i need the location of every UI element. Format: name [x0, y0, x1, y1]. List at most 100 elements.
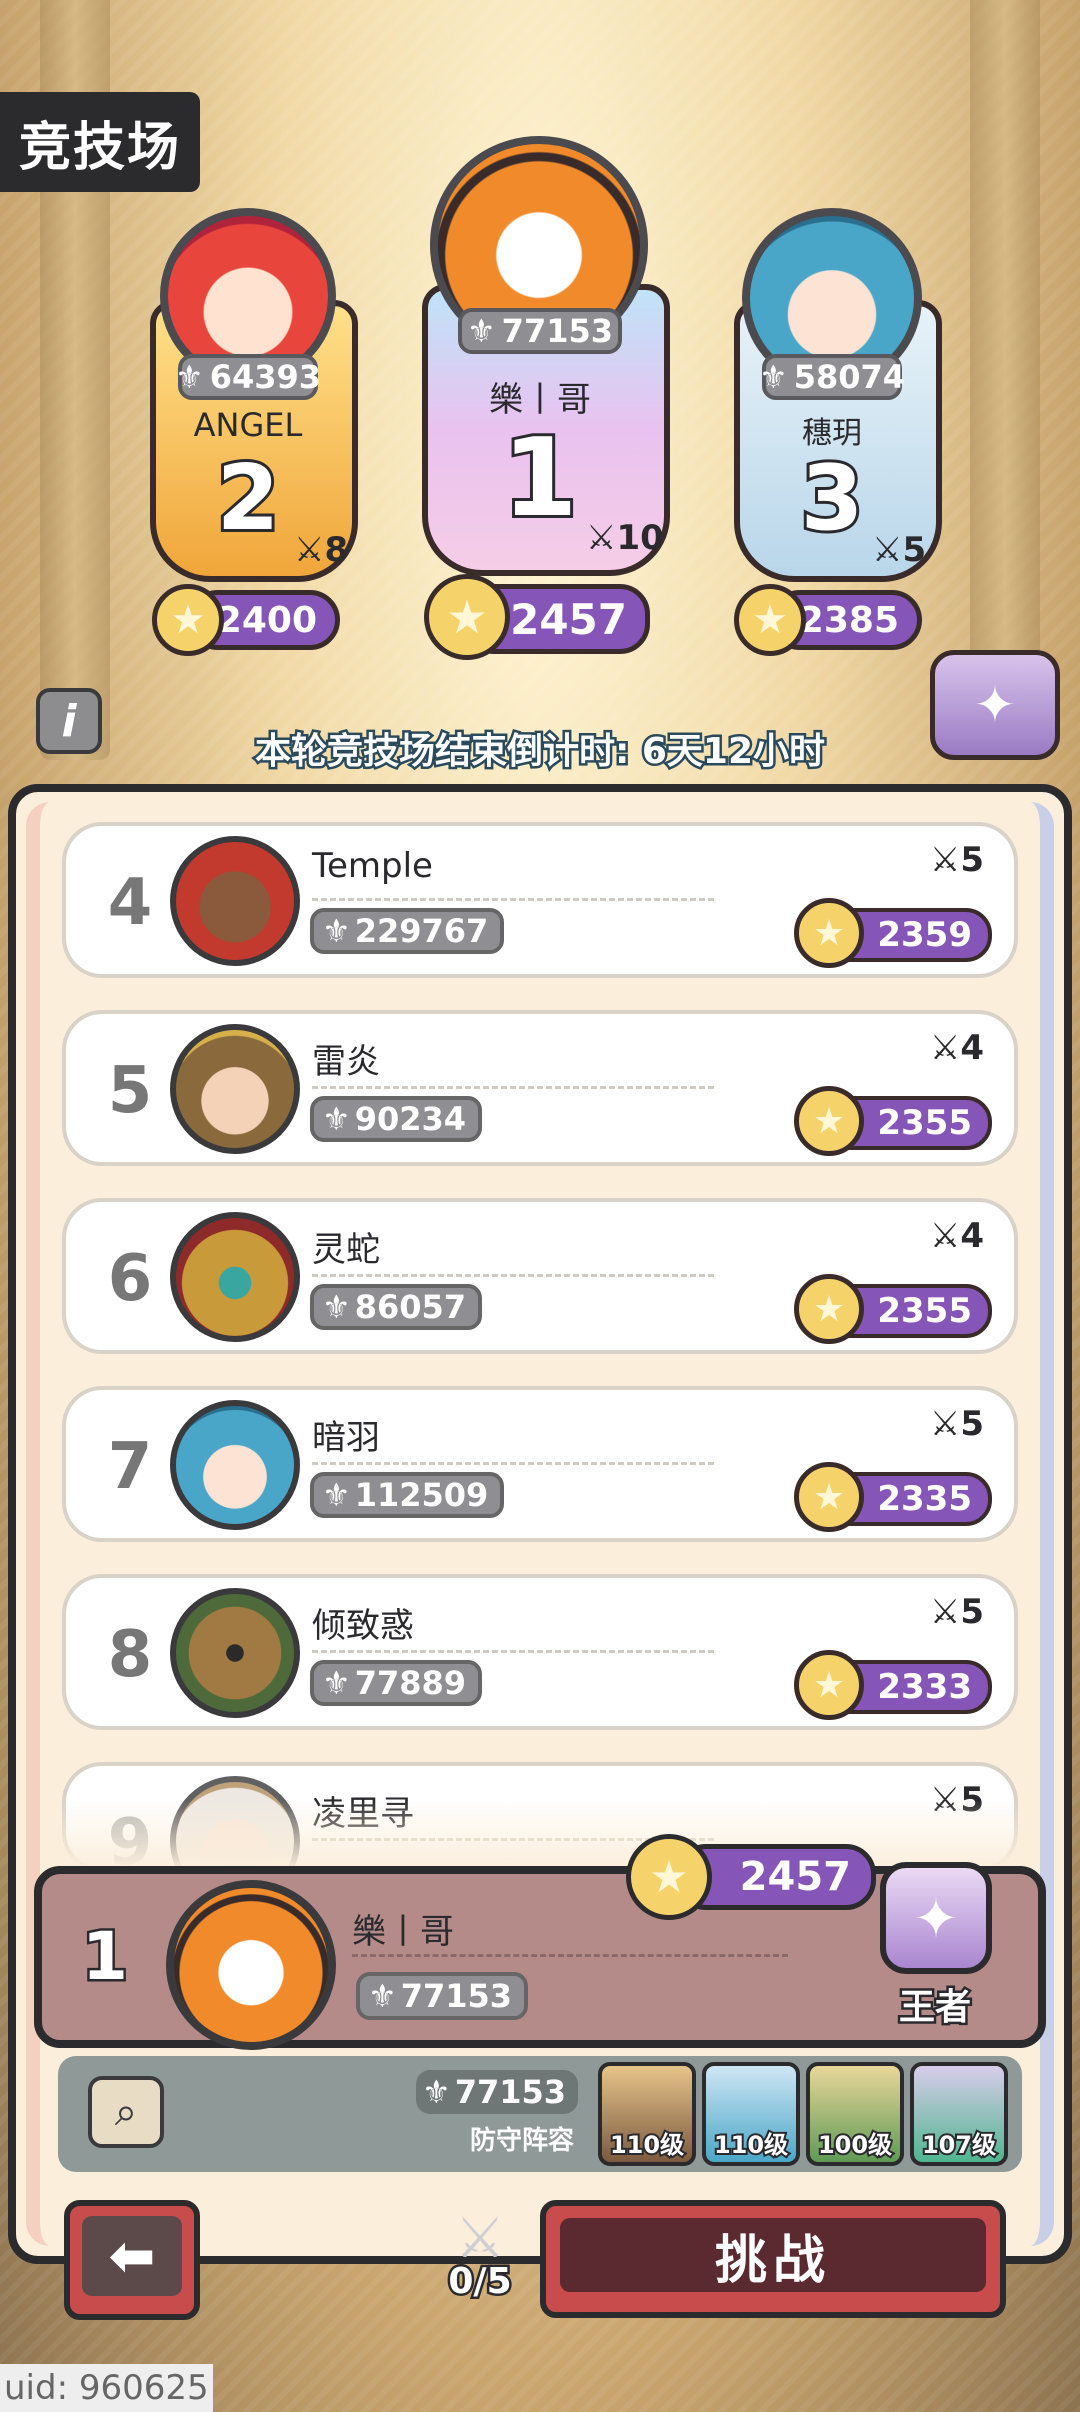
divider: [312, 898, 714, 901]
player-name: 倾致惑: [312, 1606, 414, 1646]
player-avatar: [170, 836, 300, 966]
season-countdown: 本轮竞技场结束倒计时: 6天12小时: [252, 729, 827, 775]
defense-label: 防守阵容: [470, 2126, 575, 2156]
power-icon: ⚜: [175, 358, 204, 396]
divider: [312, 1274, 714, 1277]
rank-number: 1: [80, 1916, 131, 1998]
swords-icon: ⚔: [929, 1216, 961, 1256]
wins-count: ⚔5: [929, 1404, 984, 1444]
player-name: 灵蛇: [312, 1230, 380, 1270]
rank-number: 7: [107, 1430, 153, 1504]
star-icon: ★: [734, 584, 806, 656]
rank-number: 8: [107, 1618, 153, 1692]
power-icon: ⚜: [368, 1977, 397, 2015]
star-icon: ★: [152, 584, 224, 656]
back-button[interactable]: ⬅: [64, 2200, 200, 2320]
power-icon: ⚜: [322, 1664, 351, 1702]
power-badge: ⚜ 90234: [310, 1096, 483, 1142]
divider: [312, 1650, 714, 1653]
player-name: Temple: [312, 846, 433, 886]
uid-label: uid: 960625: [0, 2364, 213, 2412]
attempts-count: 0/5: [446, 2259, 514, 2305]
hero-level: 100级: [816, 2129, 894, 2161]
hero-slot[interactable]: 110级: [702, 2062, 800, 2166]
power-icon: ⚜: [422, 2073, 451, 2111]
hero-slot[interactable]: 107级: [910, 2062, 1008, 2166]
power-icon: ⚜: [322, 1288, 351, 1326]
power-badge: ⚜ 77153: [356, 1972, 529, 2020]
power-icon: ⚜: [466, 312, 496, 350]
star-icon: ★: [794, 1650, 864, 1720]
power-badge: ⚜ 77889: [310, 1660, 483, 1706]
swords-icon: ⚔: [929, 1592, 961, 1632]
hero-slot[interactable]: 100级: [806, 2062, 904, 2166]
rank-number: 4: [107, 866, 153, 940]
star-icon: ★: [626, 1834, 712, 1920]
hero-level: 110级: [608, 2129, 686, 2161]
swords-icon: ⚔: [929, 1404, 961, 1444]
tier-emblem-icon: ✦: [880, 1862, 992, 1974]
rank-number: 6: [107, 1242, 153, 1316]
swords-icon: ⚔: [929, 840, 961, 880]
power-icon: ⚜: [759, 358, 788, 396]
ranking-row[interactable]: 6 灵蛇 ⚜ 86057 ⚔4 2355 ★: [62, 1198, 1018, 1354]
divider: [312, 1462, 714, 1465]
wins-count: ⚔10: [586, 518, 664, 558]
challenge-button[interactable]: 挑战: [540, 2200, 1006, 2318]
star-icon: ★: [794, 898, 864, 968]
star-icon: ★: [794, 1274, 864, 1344]
swords-icon: ⚔: [929, 1028, 961, 1068]
power-badge: ⚜ 77153: [458, 308, 622, 354]
tier-label: 王者: [896, 1985, 973, 2031]
power-badge: ⚜ 229767: [310, 908, 505, 954]
rank-number: 5: [107, 1054, 153, 1128]
wins-count: ⚔8: [294, 530, 349, 570]
power-badge: ⚜ 58074: [759, 354, 905, 400]
player-avatar: [170, 1024, 300, 1154]
defense-lineup-bar: ⌕ ⚜ 77153 防守阵容 110级 110级 100级 107级: [58, 2056, 1022, 2172]
list-fade: [40, 1800, 1040, 1870]
background-pillar: [970, 0, 1040, 760]
swords-icon: ⚔: [872, 530, 903, 570]
star-icon: ★: [794, 1086, 864, 1156]
tier-badge[interactable]: ✦ 王者: [860, 1862, 1010, 2032]
ranking-row[interactable]: 8 倾致惑 ⚜ 77889 ⚔5 2333 ★: [62, 1574, 1018, 1730]
rank-emblem-icon: ✦: [974, 676, 1016, 734]
page-title: 竞技场: [0, 92, 200, 192]
ranking-row[interactable]: 7 暗羽 ⚜ 112509 ⚔5 2335 ★: [62, 1386, 1018, 1542]
rank-reward-button[interactable]: ✦: [930, 650, 1060, 760]
challenge-attempts: ⚔ 0/5: [420, 2206, 540, 2316]
player-avatar: [166, 1880, 336, 2050]
hero-level: 107级: [920, 2129, 998, 2161]
swords-icon: ⚔: [586, 518, 617, 558]
defense-power: ⚜ 77153: [416, 2070, 579, 2114]
player-avatar: [170, 1588, 300, 1718]
back-arrow-icon: ⬅: [82, 2216, 182, 2296]
wins-count: ⚔5: [872, 530, 927, 570]
power-icon: ⚜: [322, 1100, 351, 1138]
power-icon: ⚜: [322, 1476, 351, 1514]
hero-slot[interactable]: 110级: [598, 2062, 696, 2166]
player-name: 樂丨哥: [489, 380, 591, 420]
divider: [352, 1954, 788, 1957]
power-icon: ⚜: [322, 912, 351, 950]
power-badge: ⚜ 64393: [175, 354, 321, 400]
magnifier-icon[interactable]: ⌕: [88, 2076, 164, 2148]
player-avatar: [170, 1400, 300, 1530]
star-icon: ★: [794, 1462, 864, 1532]
power-badge: ⚜ 112509: [310, 1472, 505, 1518]
power-badge: ⚜ 86057: [310, 1284, 483, 1330]
hero-level: 110级: [712, 2129, 790, 2161]
player-name: ANGEL: [193, 406, 303, 444]
player-name: 樂丨哥: [352, 1912, 454, 1952]
player-name: 暗羽: [312, 1418, 380, 1458]
ranking-row[interactable]: 5 雷炎 ⚜ 90234 ⚔4 2355 ★: [62, 1010, 1018, 1166]
divider: [312, 1086, 714, 1089]
ranking-row[interactable]: 4 Temple ⚜ 229767 ⚔5 2359 ★: [62, 822, 1018, 978]
swords-icon: ⚔: [294, 530, 325, 570]
player-avatar: [170, 1212, 300, 1342]
player-name: 雷炎: [312, 1042, 380, 1082]
star-icon: ★: [424, 574, 510, 660]
challenge-label: 挑战: [560, 2218, 986, 2292]
wins-count: ⚔4: [929, 1216, 984, 1256]
